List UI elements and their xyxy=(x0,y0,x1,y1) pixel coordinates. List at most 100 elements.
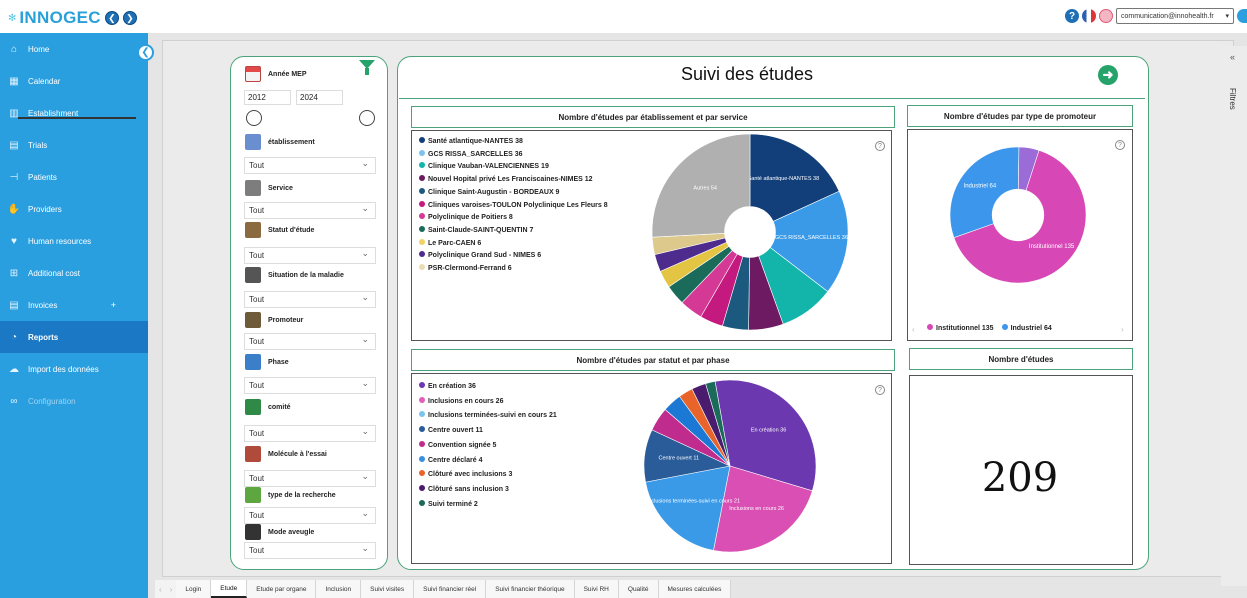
legend-item[interactable]: Saint-Claude-SAINT-QUENTIN 7 xyxy=(419,225,608,238)
forward-arrow-icon[interactable]: ❯ xyxy=(122,11,137,25)
legend-item[interactable]: Clinique Vauban-VALENCIENNES 19 xyxy=(419,161,608,174)
tab-qualit-[interactable]: Qualité xyxy=(618,580,659,598)
calendar-icon: ▦ xyxy=(9,75,19,87)
filter-statut-select[interactable]: Tout ⌄ xyxy=(244,247,376,264)
sidebar-item-establishment[interactable]: ▥ Establishment xyxy=(0,97,148,129)
filters-pane-label: Filtres xyxy=(1228,88,1237,110)
filter-promoteur-select[interactable]: Tout ⌄ xyxy=(244,333,376,350)
tab-mesures-calcul-es[interactable]: Mesures calculées xyxy=(658,580,732,598)
sidebar-item-trials[interactable]: ▤ Trials xyxy=(0,129,148,161)
legend-dot-icon xyxy=(419,484,425,491)
filter-situation-select[interactable]: Tout ⌄ xyxy=(244,291,376,308)
legend-label: Clinique Saint-Augustin - BORDEAUX 9 xyxy=(428,188,560,196)
filter-service-select[interactable]: Tout ⌄ xyxy=(244,202,376,219)
globe-icon[interactable] xyxy=(1099,9,1113,23)
sidebar-item-invoices[interactable]: ▤ Invoices + xyxy=(0,289,148,321)
legend-item[interactable]: Clinique Saint-Augustin - BORDEAUX 9 xyxy=(419,187,608,200)
sidebar-item-human-resources[interactable]: ♥ Human resources xyxy=(0,225,148,257)
filter-comite-select[interactable]: Tout ⌄ xyxy=(244,425,376,442)
filter-funnel-icon[interactable] xyxy=(359,60,375,75)
legend-dot-icon xyxy=(419,264,425,271)
filter-aveugle-header: Mode aveugle xyxy=(245,524,314,540)
help-icon[interactable]: ? xyxy=(1065,9,1079,23)
sidebar-item-configuration[interactable]: ∞ Configuration xyxy=(0,385,148,417)
legend-item[interactable]: Nouvel Hopital privé Les Franciscaines-N… xyxy=(419,174,608,187)
legend-item[interactable]: En création 36 xyxy=(419,380,557,395)
collapse-filters-icon[interactable]: « xyxy=(1230,52,1235,62)
french-flag-icon[interactable] xyxy=(1082,9,1096,23)
tab-suivi-visites[interactable]: Suivi visites xyxy=(361,580,415,598)
legend-item[interactable]: Institutionnel 135 xyxy=(927,323,994,335)
legend-item[interactable]: Centre déclaré 4 xyxy=(419,454,557,469)
legend-item[interactable]: Polyclinique Grand Sud - NIMES 6 xyxy=(419,250,608,263)
filter-molecule-select[interactable]: Tout ⌄ xyxy=(244,470,376,487)
tab-suivi-financier-r-el[interactable]: Suivi financier réel xyxy=(414,580,487,598)
sidebar-item-additional-cost[interactable]: ⊞ Additional cost xyxy=(0,257,148,289)
year-slider-max-handle[interactable] xyxy=(359,110,375,126)
filters-pane[interactable]: « Filtres xyxy=(1221,46,1247,586)
tab-etude[interactable]: Etude xyxy=(211,580,248,598)
visual3-pie-chart[interactable]: En création 36 Inclusions en cours 26 Incl… xyxy=(642,378,818,554)
legend-item[interactable]: Polyclinique de Poitiers 8 xyxy=(419,212,608,225)
visual2-help-icon[interactable]: ? xyxy=(1115,140,1125,150)
visual4-title: Nombre d'études xyxy=(909,348,1133,370)
visual2-donut-chart[interactable]: Institutionnel 135 Industriel 64 xyxy=(948,145,1088,285)
legend-item[interactable]: Clôturé avec inclusions 3 xyxy=(419,468,557,483)
legend-item[interactable]: Clôturé sans inclusion 3 xyxy=(419,483,557,498)
tabs-next-icon[interactable]: › xyxy=(166,585,177,594)
legend-item[interactable]: Convention signée 5 xyxy=(419,439,557,454)
year-to-input[interactable]: 2024 xyxy=(296,90,343,105)
filter-phase-select[interactable]: Tout ⌄ xyxy=(244,377,376,394)
legend-item[interactable]: Industriel 64 xyxy=(1001,323,1052,335)
year-slider-min-handle[interactable] xyxy=(246,110,262,126)
filter-service-value: Tout xyxy=(249,206,265,215)
expand-plus-icon[interactable]: + xyxy=(111,300,116,310)
sidebar-item-reports[interactable]: ◔ Reports xyxy=(0,321,148,353)
visual1-pie-chart[interactable]: Santé atlantique-NANTES 38 GCS RISSA_SARC… xyxy=(650,132,850,332)
legend-item[interactable]: Centre ouvert 11 xyxy=(419,424,557,439)
tab-suivi-rh[interactable]: Suivi RH xyxy=(574,580,619,598)
legend-item[interactable]: Cliniques varoises-TOULON Polyclinique L… xyxy=(419,200,608,213)
tab-login[interactable]: Login xyxy=(176,580,212,598)
legend-item[interactable]: PSR-Clermond-Ferrand 6 xyxy=(419,263,608,276)
legend-item[interactable]: Inclusions en cours 26 xyxy=(419,395,557,410)
sidebar-item-calendar[interactable]: ▦ Calendar xyxy=(0,65,148,97)
sidebar-item-import-des-donn-es[interactable]: ☁ Import des données xyxy=(0,353,148,385)
sidebar-item-patients[interactable]: ⊣ Patients xyxy=(0,161,148,193)
legend-item[interactable]: Inclusions terminées-suivi en cours 21 xyxy=(419,409,557,424)
legend-dot-icon xyxy=(419,426,425,433)
legend-item[interactable]: Le Parc-CAEN 6 xyxy=(419,238,608,251)
navigate-forward-icon[interactable]: ➜ xyxy=(1098,65,1118,85)
tab-etude-par-organe[interactable]: Etude par organe xyxy=(247,580,317,598)
user-account-select[interactable]: communication@innohealth.fr ▾ xyxy=(1116,8,1234,24)
collapse-sidebar-icon[interactable]: ❮ xyxy=(137,44,154,61)
sidebar-item-home[interactable]: ⌂ Home xyxy=(0,33,148,65)
year-range-slider[interactable] xyxy=(18,117,136,119)
pie-slice[interactable] xyxy=(949,146,1020,239)
legend-label: Polyclinique de Poitiers 8 xyxy=(428,214,513,222)
filter-etablissement-select[interactable]: Tout ⌄ xyxy=(244,157,376,174)
legend-next-icon[interactable]: › xyxy=(1121,325,1124,334)
legend-dot-icon xyxy=(419,382,425,388)
sidebar-item-providers[interactable]: ✋ Providers xyxy=(0,193,148,225)
back-arrow-icon[interactable]: ❮ xyxy=(104,11,119,25)
tabs-prev-icon[interactable]: ‹ xyxy=(155,585,166,594)
legend-label: Cliniques varoises-TOULON Polyclinique L… xyxy=(428,201,608,209)
slice-data-label: Institutionnel 135 xyxy=(1029,244,1075,250)
legend-item[interactable]: GCS RISSA_SARCELLES 36 xyxy=(419,149,608,162)
filter-aveugle-select[interactable]: Tout ⌄ xyxy=(244,542,376,559)
panel-toggle-icon[interactable] xyxy=(1237,9,1247,23)
legend-label: Santé atlantique-NANTES 38 xyxy=(428,138,523,145)
legend-item[interactable]: Suivi terminé 2 xyxy=(419,498,557,513)
tab-inclusion[interactable]: Inclusion xyxy=(316,580,362,598)
legend-prev-icon[interactable]: ‹ xyxy=(912,325,915,334)
brand[interactable]: ✻ INNOGEC ❮ ❯ xyxy=(8,8,137,28)
legend-item[interactable]: Santé atlantique-NANTES 38 xyxy=(419,136,608,149)
filter-recherche-select[interactable]: Tout ⌄ xyxy=(244,507,376,524)
visual1-help-icon[interactable]: ? xyxy=(875,141,885,151)
year-from-input[interactable]: 2012 xyxy=(244,90,291,105)
phase-icon xyxy=(245,354,261,370)
visual3-help-icon[interactable]: ? xyxy=(875,385,885,395)
chevron-down-icon: ⌄ xyxy=(361,158,369,168)
tab-suivi-financier-th-orique[interactable]: Suivi financier théorique xyxy=(486,580,575,598)
